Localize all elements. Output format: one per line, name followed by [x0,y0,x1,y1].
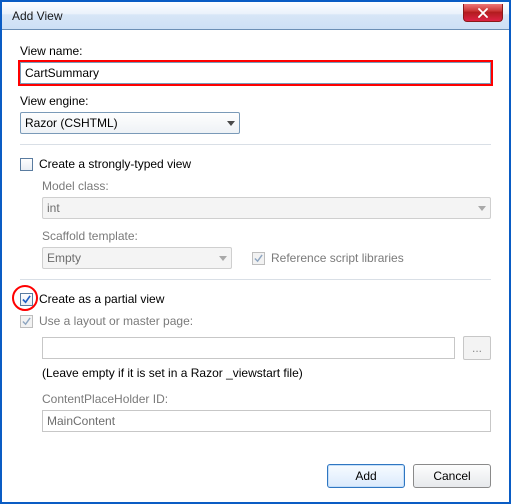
divider [20,144,491,145]
scaffold-select: Empty [42,247,232,269]
strongly-typed-checkbox[interactable] [20,158,33,171]
close-icon [478,8,488,18]
view-engine-select[interactable]: Razor (CSHTML) [20,112,240,134]
view-engine-row: View engine: Razor (CSHTML) [20,94,491,134]
reference-scripts-label: Reference script libraries [271,251,404,265]
view-name-row: View name: [20,44,491,84]
ellipsis-icon: ... [472,341,482,355]
strongly-typed-row: Create a strongly-typed view [20,157,491,171]
view-engine-value: Razor (CSHTML) [25,116,118,130]
placeholder-id-label: ContentPlaceHolder ID: [42,392,491,406]
use-layout-checkbox [20,315,33,328]
view-name-label: View name: [20,44,491,58]
layout-hint: (Leave empty if it is set in a Razor _vi… [42,366,491,380]
titlebar: Add View [2,2,509,30]
dialog-content: View name: View engine: Razor (CSHTML) C… [2,30,509,446]
model-class-value: int [47,201,60,215]
check-icon [22,317,31,326]
scaffold-label: Scaffold template: [42,229,491,243]
view-engine-label: View engine: [20,94,491,108]
layout-path-input [42,337,455,359]
window-title: Add View [12,9,62,23]
divider [20,279,491,280]
check-icon [22,295,31,304]
use-layout-row: Use a layout or master page: [20,314,491,328]
view-name-input[interactable] [20,62,491,84]
model-class-label: Model class: [42,179,491,193]
reference-scripts-checkbox [252,252,265,265]
add-button[interactable]: Add [327,464,405,488]
partial-view-label: Create as a partial view [39,292,164,306]
strongly-typed-group: Model class: int Scaffold template: Empt… [20,179,491,269]
model-class-select: int [42,197,491,219]
chevron-down-icon [478,206,486,211]
partial-view-row: Create as a partial view [20,292,491,306]
placeholder-id-input [42,410,491,432]
layout-group: ... (Leave empty if it is set in a Razor… [20,336,491,432]
use-layout-label: Use a layout or master page: [39,314,193,328]
scaffold-value: Empty [47,251,81,265]
chevron-down-icon [219,256,227,261]
dialog-footer: Add Cancel [327,464,491,488]
partial-view-checkbox[interactable] [20,293,33,306]
strongly-typed-label: Create a strongly-typed view [39,157,191,171]
cancel-button[interactable]: Cancel [413,464,491,488]
browse-button: ... [463,336,491,360]
check-icon [254,254,263,263]
chevron-down-icon [227,121,235,126]
close-button[interactable] [463,4,503,22]
